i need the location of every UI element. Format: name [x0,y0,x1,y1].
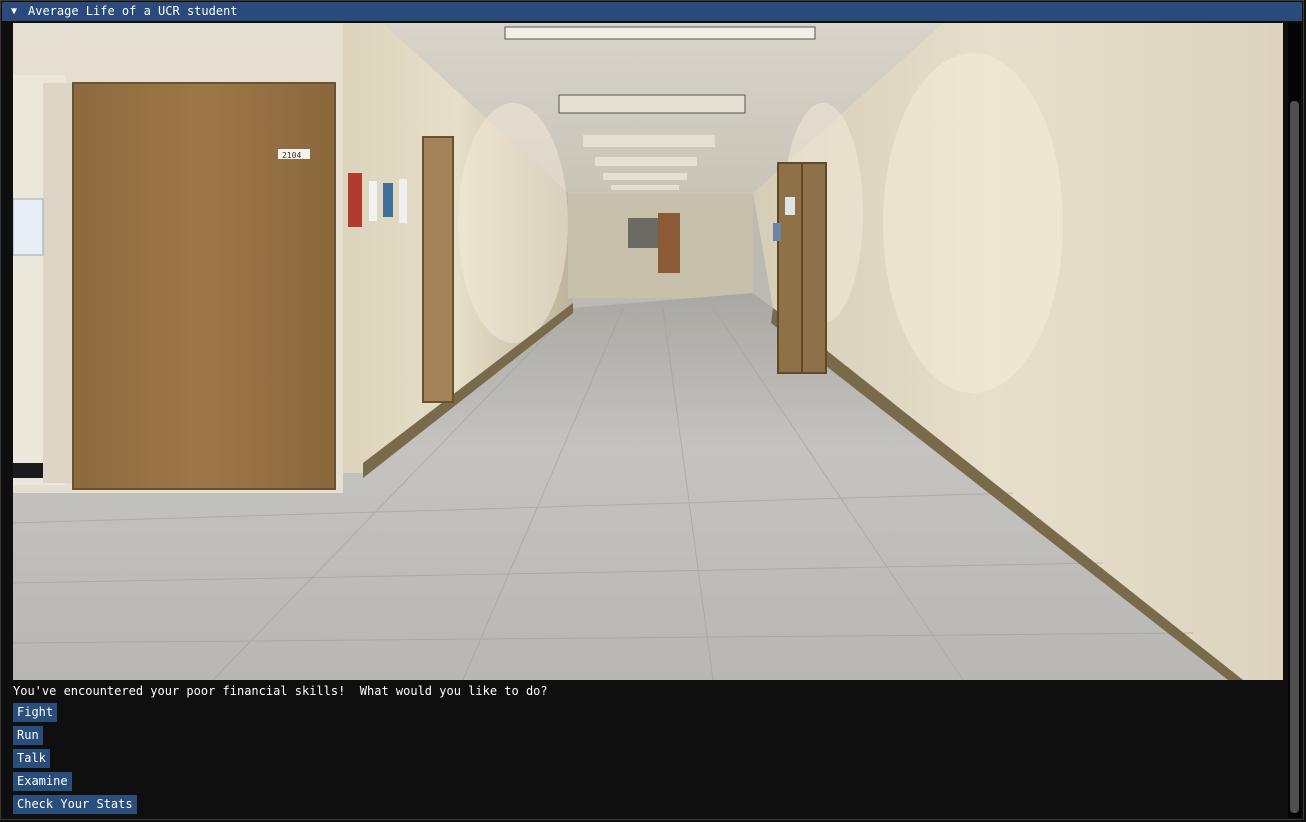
window-title: Average Life of a UCR student [28,4,238,18]
game-window: ▼ Average Life of a UCR student 2104 You… [0,0,1304,820]
fight-button[interactable]: Fight [13,703,58,722]
collapse-triangle-icon[interactable]: ▼ [11,2,17,21]
scrollbar-thumb[interactable] [1290,101,1299,813]
window-titlebar[interactable]: ▼ Average Life of a UCR student [2,2,1302,21]
encounter-prompt: You've encountered your poor financial s… [13,684,548,698]
examine-button[interactable]: Examine [13,772,72,791]
hallway-scene-image: 2104 [13,23,1283,680]
run-button[interactable]: Run [13,726,43,745]
room-number-sign: 2104 [282,151,301,160]
talk-button[interactable]: Talk [13,749,50,768]
check-stats-button[interactable]: Check Your Stats [13,795,137,814]
